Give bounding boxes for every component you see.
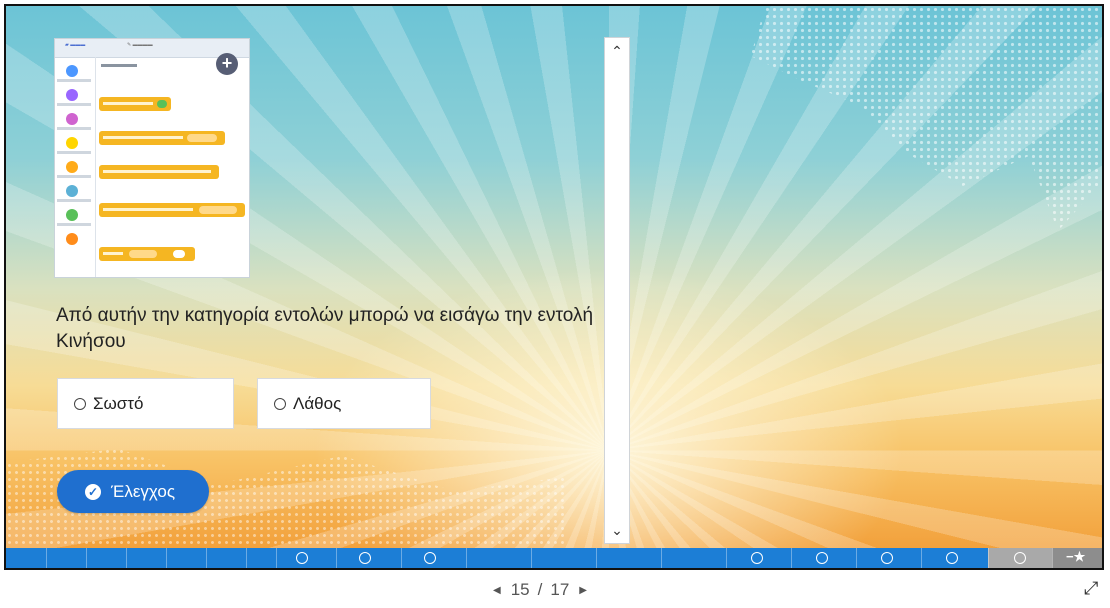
progress-segment-divider xyxy=(921,548,922,568)
question-marker-icon[interactable] xyxy=(359,552,371,564)
footer: ◀ 15 / 17 ▶ ⤢ xyxy=(0,572,1110,608)
option-label: Λάθος xyxy=(293,393,342,413)
add-extension-icon: + xyxy=(216,53,238,75)
check-circle-icon: ✓ xyxy=(85,483,101,500)
thumb-tab-code: ▰ ▬▬▬ xyxy=(65,42,86,48)
chevron-down-icon[interactable]: ⌄ xyxy=(605,519,629,541)
current-slide: 15 xyxy=(510,580,530,599)
check-answer-button[interactable]: ✓ Έλεγχος xyxy=(57,470,209,513)
minus-star-icon: −★ xyxy=(1066,549,1086,564)
category-events-dot xyxy=(66,137,78,149)
event-block-4 xyxy=(99,203,245,217)
thumb-category-title xyxy=(101,64,137,67)
presentation-frame: ▰ ▬▬▬ ✎ ▬▬▬▬ + Από αυτήν την κατηγορία ε… xyxy=(4,4,1104,570)
triangle-right-icon[interactable]: ▶ xyxy=(569,585,597,596)
slide-progress-bar[interactable]: −★ xyxy=(6,548,1102,568)
category-sensing-dot xyxy=(66,185,78,197)
category-operators-dot xyxy=(66,209,78,221)
progress-segment-divider xyxy=(726,548,727,568)
progress-segment-divider xyxy=(856,548,857,568)
event-block-2 xyxy=(99,131,225,145)
thumb-categories xyxy=(55,57,96,277)
expand-arrows-icon[interactable]: ⤢ xyxy=(1084,578,1098,599)
question-marker-icon[interactable] xyxy=(881,552,893,564)
category-sound-dot xyxy=(66,113,78,125)
chevron-up-icon[interactable]: ⌃ xyxy=(605,40,629,62)
option-false[interactable]: Λάθος xyxy=(257,378,431,429)
progress-segment-divider xyxy=(1052,548,1053,568)
triangle-left-icon[interactable]: ◀ xyxy=(483,585,511,596)
progress-segment-divider xyxy=(276,548,277,568)
question-image: ▰ ▬▬▬ ✎ ▬▬▬▬ + xyxy=(54,38,250,278)
radio-icon[interactable] xyxy=(274,397,286,410)
progress-segment-divider xyxy=(791,548,792,568)
thumb-tab-costumes: ✎ ▬▬▬▬ xyxy=(127,42,153,48)
progress-segment-divider xyxy=(401,548,402,568)
progress-segment-divider xyxy=(126,548,127,568)
question-marker-icon[interactable] xyxy=(816,552,828,564)
slide-separator: / xyxy=(537,580,543,599)
option-label: Σωστό xyxy=(93,393,144,413)
event-block-5 xyxy=(99,247,195,261)
progress-segment-divider xyxy=(86,548,87,568)
category-control-dot xyxy=(66,161,78,173)
event-block-3 xyxy=(99,165,219,179)
vertical-scrollbar[interactable]: ⌃ ⌄ xyxy=(604,37,630,544)
progress-segment-divider xyxy=(661,548,662,568)
radio-icon[interactable] xyxy=(74,397,86,410)
question-marker-icon[interactable] xyxy=(751,552,763,564)
progress-segment-divider xyxy=(46,548,47,568)
question-marker-icon[interactable] xyxy=(946,552,958,564)
progress-segment-divider xyxy=(531,548,532,568)
progress-segment-divider xyxy=(596,548,597,568)
slide-stage: ▰ ▬▬▬ ✎ ▬▬▬▬ + Από αυτήν την κατηγορία ε… xyxy=(6,6,1102,548)
option-true[interactable]: Σωστό xyxy=(57,378,234,429)
check-button-label: Έλεγχος xyxy=(111,481,176,501)
question-text: Από αυτήν την κατηγορία εντολών μπορώ να… xyxy=(56,305,594,352)
category-looks-dot xyxy=(66,89,78,101)
category-motion-dot xyxy=(66,65,78,77)
question-marker-icon[interactable] xyxy=(296,552,308,564)
total-slides: 17 xyxy=(550,580,570,599)
event-block-1 xyxy=(99,97,171,111)
progress-segment-divider xyxy=(206,548,207,568)
progress-segment-divider xyxy=(466,548,467,568)
progress-segment-divider xyxy=(988,548,989,568)
question-marker-icon[interactable] xyxy=(424,552,436,564)
slide-navigation: ◀ 15 / 17 ▶ xyxy=(483,580,597,600)
progress-segment-divider xyxy=(246,548,247,568)
progress-segment-divider xyxy=(336,548,337,568)
category-variables-dot xyxy=(66,233,78,245)
progress-segment-divider xyxy=(166,548,167,568)
question-marker-icon[interactable] xyxy=(1014,552,1026,564)
